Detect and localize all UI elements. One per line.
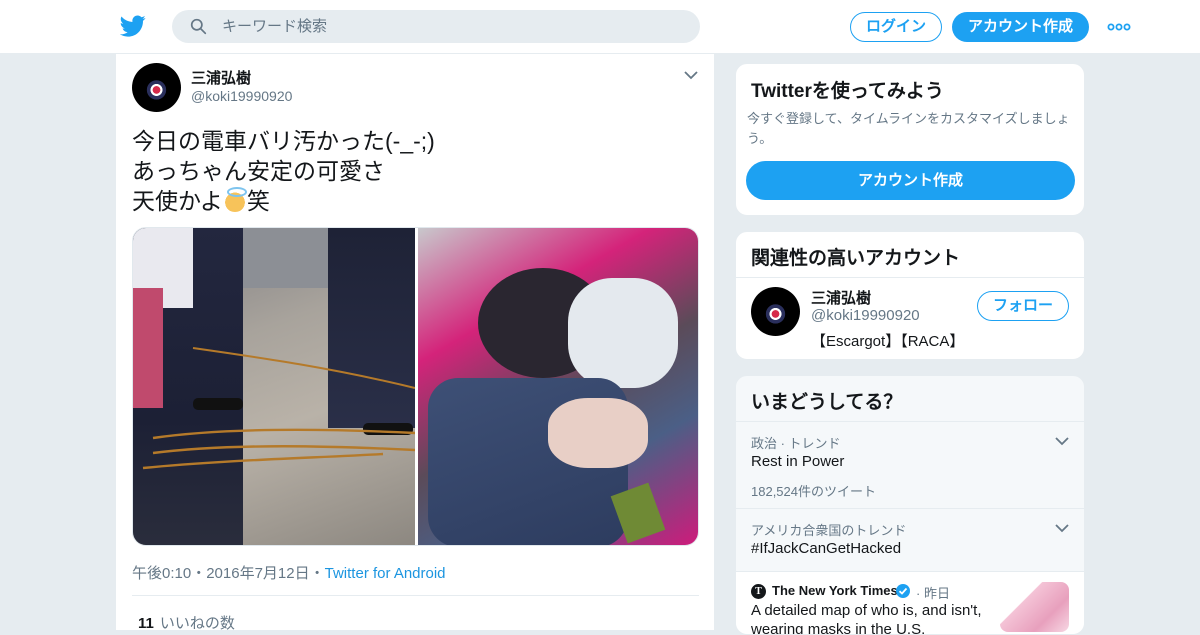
tweet-text-fragment: 笑	[246, 188, 270, 214]
news-time: · 昨日	[916, 586, 950, 601]
chevron-down-icon[interactable]	[1055, 523, 1069, 533]
tweet-date[interactable]: 2016年7月12日	[206, 565, 309, 582]
tweet-text-line: 今日の電車バリ汚かった(-_-;)	[132, 128, 435, 154]
tweet-text-line: あっちゃん安定の可愛さ	[132, 158, 385, 184]
trends-title: いまどうしてる？	[751, 392, 903, 413]
search-icon	[190, 18, 207, 35]
trend-item[interactable]: アメリカ合衆国のトレンド #IfJackCanGetHacked	[736, 508, 1084, 572]
trends-card: いまどうしてる？ 政治 · トレンド Rest in Power 182,524…	[735, 375, 1085, 635]
tweet-photo-sleeping-friend[interactable]	[418, 228, 698, 545]
signup-promo-card: Twitterを使ってみよう 今すぐ登録して、タイムラインをカスタマイズしましょ…	[735, 63, 1085, 216]
signup-button[interactable]: アカウント作成	[952, 12, 1089, 42]
trend-title[interactable]: Rest in Power	[751, 453, 844, 470]
chevron-down-icon[interactable]	[684, 70, 698, 80]
news-publisher: The New York Times	[772, 583, 898, 598]
search-input[interactable]	[222, 10, 682, 43]
trend-item[interactable]: 政治 · トレンド Rest in Power 182,524件のツイート	[736, 421, 1084, 509]
tweet-text: 今日の電車バリ汚かった(-_-;) あっちゃん安定の可愛さ 天使かよ笑	[132, 126, 435, 216]
signup-card-title: Twitterを使ってみよう	[751, 81, 944, 102]
floor-stain-lines	[142, 347, 415, 470]
tweet-text-fragment: 天使かよ	[132, 188, 223, 214]
meta-separator: ・	[191, 565, 207, 582]
related-account-bio: 【Escargot】【RACA】	[811, 333, 965, 350]
likes-label: いいねの数	[159, 615, 235, 630]
trend-title[interactable]: #IfJackCanGetHacked	[751, 540, 901, 557]
angel-emoji-icon	[222, 187, 247, 212]
trend-tweet-count: 182,524件のツイート	[751, 484, 876, 499]
divider	[736, 277, 1084, 278]
tweet-time[interactable]: 午後0:10	[132, 565, 191, 582]
tweet-text-line: 天使かよ笑	[132, 186, 435, 216]
more-options-icon[interactable]	[1107, 23, 1131, 31]
twitter-bird-logo-icon[interactable]	[120, 13, 146, 39]
related-account-handle[interactable]: @koki19990920	[811, 307, 920, 324]
meta-separator: ・	[309, 565, 325, 582]
avatar[interactable]	[751, 287, 800, 336]
trend-category: 政治 · トレンド	[751, 436, 841, 451]
follow-button[interactable]: フォロー	[977, 291, 1069, 321]
news-item[interactable]: T The New York Times · 昨日 A detailed map…	[736, 571, 1084, 634]
trend-category: アメリカ合衆国のトレンド	[751, 523, 907, 538]
chevron-down-icon[interactable]	[1055, 436, 1069, 446]
signup-card-description: 今すぐ登録して、タイムラインをカスタマイズしましょう。	[747, 111, 1070, 146]
nyt-logo-icon: T	[751, 584, 766, 599]
tweet-source-link[interactable]: Twitter for Android	[325, 565, 446, 582]
top-navigation-bar: ログイン アカウント作成	[0, 0, 1200, 54]
news-thumbnail[interactable]	[1000, 582, 1069, 632]
related-account-name[interactable]: 三浦弘樹	[811, 287, 871, 308]
avatar[interactable]	[132, 63, 181, 112]
tweet-card: 三浦弘樹 @koki19990920 今日の電車バリ汚かった(-_-;) あっち…	[115, 54, 715, 630]
divider	[132, 595, 699, 596]
login-button[interactable]: ログイン	[850, 12, 942, 42]
verified-badge-icon	[896, 584, 910, 598]
tweet-photo-train-floor[interactable]	[133, 228, 415, 545]
likes-count: 11	[138, 615, 154, 630]
tweet-author-name[interactable]: 三浦弘樹	[191, 67, 251, 88]
tweet-metadata: 午後0:10・2016年7月12日・Twitter for Android	[132, 562, 446, 583]
related-accounts-card: 関連性の高いアカウント 三浦弘樹 @koki19990920 【Escargot…	[735, 231, 1085, 360]
create-account-button[interactable]: アカウント作成	[746, 161, 1075, 200]
search-box[interactable]	[172, 10, 700, 43]
tweet-media[interactable]	[132, 227, 699, 546]
likes-stat[interactable]: 11 いいねの数	[138, 612, 235, 630]
related-accounts-title: 関連性の高いアカウント	[751, 248, 961, 269]
tweet-author-handle[interactable]: @koki19990920	[191, 88, 292, 104]
